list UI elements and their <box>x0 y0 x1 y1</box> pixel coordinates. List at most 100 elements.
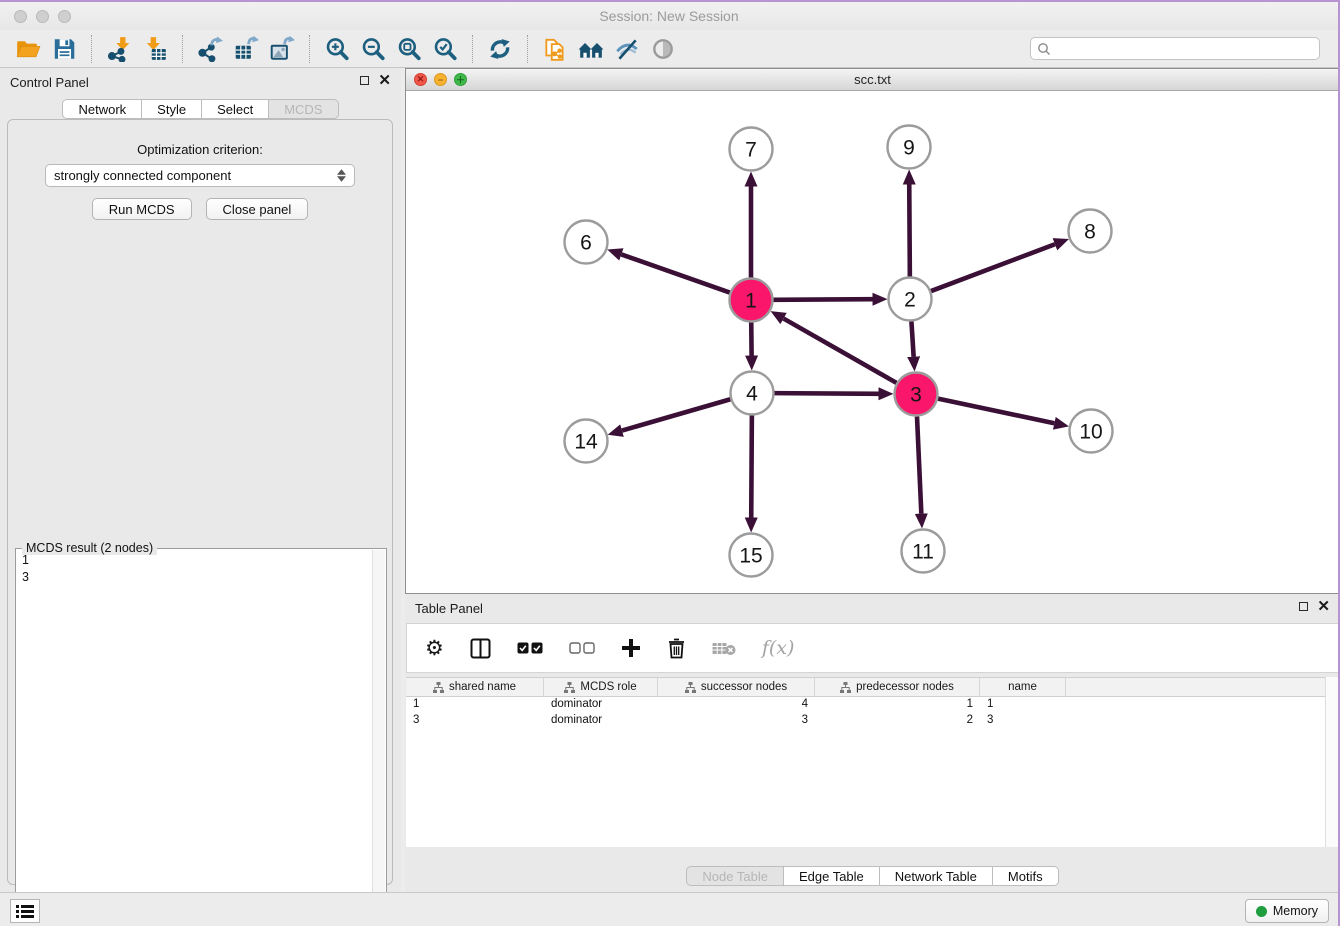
table-tabs: Node TableEdge TableNetwork TableMotifs <box>405 866 1340 886</box>
tab-edge-table[interactable]: Edge Table <box>784 866 880 886</box>
graph-node-15[interactable]: 15 <box>730 534 773 577</box>
delete-columns-button[interactable] <box>667 638 686 659</box>
column-header-shared-name[interactable]: shared name <box>406 678 544 696</box>
graph-node-label: 8 <box>1084 221 1096 244</box>
table-row[interactable]: 1dominator411 <box>406 697 1325 713</box>
gear-icon: ⚙ <box>425 638 444 659</box>
table-cell: 3 <box>658 713 815 729</box>
open-file-button[interactable] <box>10 33 46 65</box>
graph-edge-2-9[interactable] <box>909 184 910 276</box>
close-panel-icon[interactable]: ✕ <box>378 75 391 86</box>
graph-node-label: 11 <box>912 541 934 564</box>
column-header-MCDS-role[interactable]: MCDS role <box>544 678 658 696</box>
graph-edge-2-3[interactable] <box>911 321 913 356</box>
clone-network-icon <box>542 36 568 62</box>
hide-selected-button[interactable] <box>609 33 645 65</box>
import-table-button[interactable] <box>137 33 173 65</box>
table-scrollbar[interactable] <box>1325 677 1339 847</box>
function-builder-button[interactable]: f(x) <box>762 637 795 659</box>
graph-node-9[interactable]: 9 <box>888 126 931 169</box>
import-network-button[interactable] <box>101 33 137 65</box>
task-history-button[interactable] <box>10 899 40 923</box>
graph-edge-4-15[interactable] <box>751 415 752 517</box>
float-panel-icon[interactable] <box>360 76 369 85</box>
graph-node-14[interactable]: 14 <box>565 420 608 463</box>
mcds-result-box: MCDS result (2 nodes) 1 3 <box>15 548 387 926</box>
column-header-successor-nodes[interactable]: successor nodes <box>658 678 815 696</box>
export-image-button[interactable] <box>264 33 300 65</box>
graph-node-3[interactable]: 3 <box>895 373 938 416</box>
network-window-titlebar[interactable]: ✕ − ＋ scc.txt <box>406 69 1339 91</box>
close-panel-button[interactable]: Close panel <box>206 198 309 220</box>
graph-node-1[interactable]: 1 <box>730 279 773 322</box>
tab-style[interactable]: Style <box>142 99 202 119</box>
graph-node-7[interactable]: 7 <box>730 128 773 171</box>
zoom-in-button[interactable] <box>319 33 355 65</box>
close-table-panel-icon[interactable]: ✕ <box>1317 601 1330 612</box>
tab-node-table[interactable]: Node Table <box>686 866 784 886</box>
column-type-icon <box>433 682 444 693</box>
graph-edge-1-6[interactable] <box>621 254 729 292</box>
deselect-all-button[interactable] <box>569 642 595 655</box>
network-canvas[interactable]: 7 9 6 8 1 2 4 3 14 10 15 11 <box>406 91 1339 593</box>
column-label: shared name <box>449 681 516 693</box>
column-label: predecessor nodes <box>856 681 954 693</box>
search-icon <box>1037 42 1051 56</box>
graph-node-label: 3 <box>910 384 922 407</box>
open-folder-icon <box>15 36 41 62</box>
hide-eye-icon <box>614 36 640 62</box>
graph-node-label: 1 <box>745 290 757 313</box>
export-table-button[interactable] <box>228 33 264 65</box>
select-all-button[interactable] <box>517 642 543 655</box>
graph-node-8[interactable]: 8 <box>1069 210 1112 253</box>
table-row[interactable]: 3dominator323 <box>406 713 1325 729</box>
zoom-selected-button[interactable] <box>427 33 463 65</box>
mcds-result-text: 1 3 <box>18 552 370 926</box>
show-column-panel-button[interactable] <box>470 638 491 659</box>
zoom-fit-button[interactable] <box>391 33 427 65</box>
export-network-button[interactable] <box>192 33 228 65</box>
refresh-button[interactable] <box>482 33 518 65</box>
graph-node-4[interactable]: 4 <box>731 372 774 415</box>
memory-button[interactable]: Memory <box>1245 899 1329 923</box>
result-scrollbar[interactable] <box>372 550 385 926</box>
add-column-button[interactable] <box>621 638 641 658</box>
column-label: successor nodes <box>701 681 787 693</box>
first-neighbors-button[interactable] <box>573 33 609 65</box>
graph-edge-3-10[interactable] <box>938 399 1054 424</box>
clone-network-button[interactable] <box>537 33 573 65</box>
unchecked-boxes-icon <box>569 642 595 655</box>
search-input[interactable] <box>1055 42 1313 56</box>
graph-edge-4-14[interactable] <box>622 399 730 430</box>
search-field[interactable] <box>1030 37 1320 60</box>
graph-node-10[interactable]: 10 <box>1070 410 1113 453</box>
graph-node-6[interactable]: 6 <box>565 221 608 264</box>
show-all-button[interactable] <box>645 33 681 65</box>
column-header-name[interactable]: name <box>980 678 1066 696</box>
optimization-select[interactable]: strongly connected component <box>45 164 355 187</box>
column-header-predecessor-nodes[interactable]: predecessor nodes <box>815 678 980 696</box>
graph-edge-3-1[interactable] <box>784 319 897 383</box>
save-session-button[interactable] <box>46 33 82 65</box>
table-settings-button[interactable]: ⚙ <box>425 638 444 659</box>
control-panel-header: Control Panel ✕ <box>0 68 401 96</box>
control-panel: Control Panel ✕ NetworkStyleSelectMCDS O… <box>0 68 401 892</box>
houses-icon <box>578 36 604 62</box>
graph-edge-3-11[interactable] <box>917 416 921 513</box>
zoom-out-button[interactable] <box>355 33 391 65</box>
tab-mcds[interactable]: MCDS <box>269 99 338 119</box>
graph-edge-4-3[interactable] <box>774 393 878 394</box>
tab-network-table[interactable]: Network Table <box>880 866 993 886</box>
tab-motifs[interactable]: Motifs <box>993 866 1059 886</box>
run-mcds-button[interactable]: Run MCDS <box>92 198 192 220</box>
control-panel-title: Control Panel <box>10 75 89 90</box>
graph-node-2[interactable]: 2 <box>889 278 932 321</box>
graph-edge-2-8[interactable] <box>931 244 1055 291</box>
zoom-fit-icon <box>396 36 422 62</box>
delete-table-button[interactable] <box>712 641 736 656</box>
graph-edge-1-2[interactable] <box>773 299 872 300</box>
tab-select[interactable]: Select <box>202 99 269 119</box>
tab-network[interactable]: Network <box>62 99 142 119</box>
graph-node-11[interactable]: 11 <box>902 530 945 573</box>
float-table-panel-icon[interactable] <box>1299 602 1308 611</box>
